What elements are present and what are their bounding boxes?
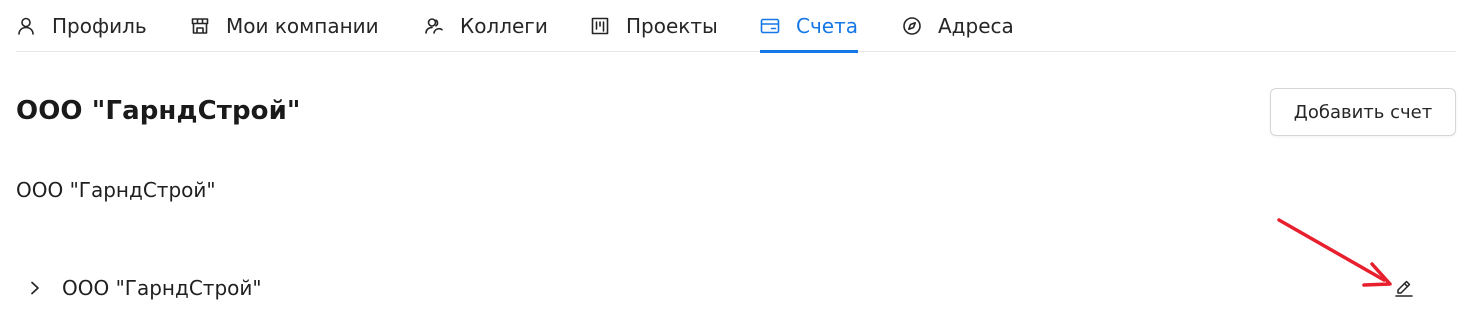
tab-label: Адреса (938, 14, 1014, 38)
tab-label: Мои компании (226, 14, 379, 38)
account-row[interactable]: ООО "ГарндСтрой" (16, 266, 1436, 310)
add-account-button[interactable]: Добавить счет (1270, 88, 1456, 136)
nav-tabs: Профиль Мои компании Коллеги Проекты Сче… (16, 0, 1456, 53)
page-title: ООО "ГарндСтрой" (16, 96, 301, 126)
credit-card-icon (760, 16, 780, 36)
user-icon (16, 16, 36, 36)
tab-projects[interactable]: Проекты (590, 0, 718, 52)
pencil-icon[interactable] (1392, 276, 1416, 300)
compass-icon (902, 16, 922, 36)
tab-label: Коллеги (460, 14, 548, 38)
account-label: ООО "ГарндСтрой" (62, 276, 262, 300)
tab-label: Профиль (52, 14, 147, 38)
tab-colleagues[interactable]: Коллеги (424, 0, 548, 52)
store-icon (190, 16, 210, 36)
company-name: ООО "ГарндСтрой" (16, 178, 216, 202)
tab-label: Счета (796, 14, 858, 38)
tab-accounts[interactable]: Счета (760, 0, 858, 53)
tab-profile[interactable]: Профиль (16, 0, 147, 52)
tab-label: Проекты (626, 14, 718, 38)
chevron-right-icon[interactable] (28, 278, 58, 298)
tab-my-companies[interactable]: Мои компании (190, 0, 379, 52)
tab-addresses[interactable]: Адреса (902, 0, 1014, 52)
kanban-icon (590, 16, 610, 36)
users-icon (424, 16, 444, 36)
